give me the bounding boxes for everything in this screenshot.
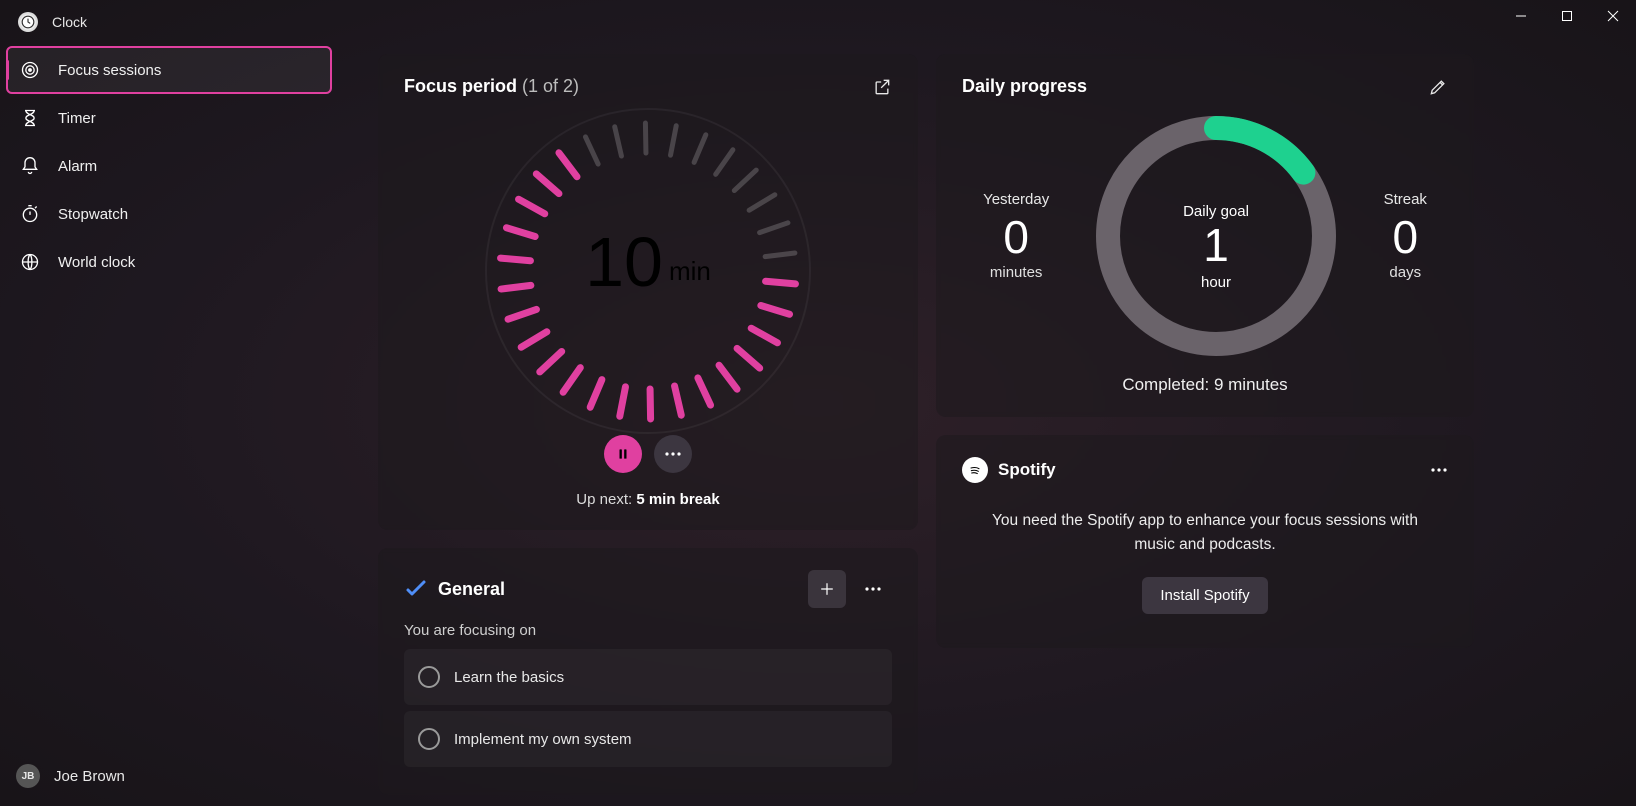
focus-dial: 10min <box>478 101 818 441</box>
nav-label: Focus sessions <box>58 62 161 79</box>
spotify-card: Spotify You need the Spotify app to enha… <box>936 435 1474 648</box>
stat-streak: Streak 0 days <box>1384 191 1427 281</box>
install-spotify-button[interactable]: Install Spotify <box>1142 577 1267 614</box>
task-label: Learn the basics <box>454 669 564 686</box>
up-next: Up next: 5 min break <box>576 491 719 508</box>
up-next-prefix: Up next: <box>576 491 636 508</box>
completed-text: Completed: 9 minutes <box>962 375 1448 395</box>
svg-text:10min: 10min <box>585 223 711 301</box>
task-radio[interactable] <box>418 728 440 750</box>
task-label: Implement my own system <box>454 731 632 748</box>
stat-unit: minutes <box>983 264 1049 281</box>
nav-item-stopwatch[interactable]: Stopwatch <box>6 190 332 238</box>
target-icon <box>20 60 40 80</box>
spotify-message: You need the Spotify app to enhance your… <box>992 509 1418 557</box>
window-controls <box>1498 0 1636 32</box>
maximize-button[interactable] <box>1544 0 1590 32</box>
task-radio[interactable] <box>418 666 440 688</box>
titlebar: Clock <box>0 6 338 46</box>
bell-icon <box>20 156 40 176</box>
avatar: JB <box>16 764 40 788</box>
nav-label: Timer <box>58 110 96 127</box>
stat-value: 0 <box>1384 210 1427 264</box>
focus-title: Focus period (1 of 2) <box>404 76 579 97</box>
stat-value: 0 <box>983 210 1049 264</box>
goal-ring: Daily goal 1 hour <box>1091 111 1341 361</box>
add-task-button[interactable] <box>808 570 846 608</box>
minimize-button[interactable] <box>1498 0 1544 32</box>
spotify-more-button[interactable] <box>1430 468 1448 472</box>
tasks-more-button[interactable] <box>854 570 892 608</box>
progress-title: Daily progress <box>962 76 1087 97</box>
pause-button[interactable] <box>604 435 642 473</box>
globe-icon <box>20 252 40 272</box>
goal-unit: hour <box>1201 274 1231 291</box>
stat-unit: days <box>1384 264 1427 281</box>
task-row[interactable]: Implement my own system <box>404 711 892 767</box>
nav-label: World clock <box>58 254 135 271</box>
nav-item-alarm[interactable]: Alarm <box>6 142 332 190</box>
daily-progress-card: Daily progress Yesterday 0 minutes Daily… <box>936 54 1474 417</box>
hourglass-icon <box>20 108 40 128</box>
nav: Focus sessions Timer Alarm Stopwatch Wor… <box>0 46 338 286</box>
account-name: Joe Brown <box>54 768 125 785</box>
goal-label: Daily goal <box>1183 203 1249 220</box>
task-row[interactable]: Learn the basics <box>404 649 892 705</box>
nav-label: Alarm <box>58 158 97 175</box>
app-title: Clock <box>52 14 87 30</box>
nav-label: Stopwatch <box>58 206 128 223</box>
focus-value: 10 <box>585 223 663 301</box>
nav-item-timer[interactable]: Timer <box>6 94 332 142</box>
stat-yesterday: Yesterday 0 minutes <box>983 191 1049 281</box>
tasks-list-name: General <box>438 579 505 600</box>
goal-value: 1 <box>1204 219 1230 271</box>
stat-label: Streak <box>1384 191 1427 208</box>
nav-item-focus-sessions[interactable]: Focus sessions <box>6 46 332 94</box>
close-button[interactable] <box>1590 0 1636 32</box>
account-button[interactable]: JB Joe Brown <box>0 746 338 806</box>
nav-item-world-clock[interactable]: World clock <box>6 238 332 286</box>
edit-icon[interactable] <box>1428 77 1448 97</box>
avatar-initials: JB <box>22 771 35 782</box>
tasks-card: General You are focusing on Learn the ba… <box>378 548 918 795</box>
focus-more-button[interactable] <box>654 435 692 473</box>
clock-app-icon <box>18 12 38 32</box>
todo-icon <box>404 577 428 601</box>
up-next-value: 5 min break <box>636 491 719 508</box>
stat-label: Yesterday <box>983 191 1049 208</box>
focus-period-card: Focus period (1 of 2) 10min <box>378 54 918 530</box>
tasks-subtitle: You are focusing on <box>404 622 892 639</box>
focus-unit: min <box>669 256 711 286</box>
spotify-icon <box>962 457 988 483</box>
pop-out-icon[interactable] <box>872 77 892 97</box>
spotify-name: Spotify <box>998 460 1056 480</box>
focus-title-text: Focus period <box>404 76 517 96</box>
focus-subtitle: (1 of 2) <box>522 76 579 96</box>
stopwatch-icon <box>20 204 40 224</box>
